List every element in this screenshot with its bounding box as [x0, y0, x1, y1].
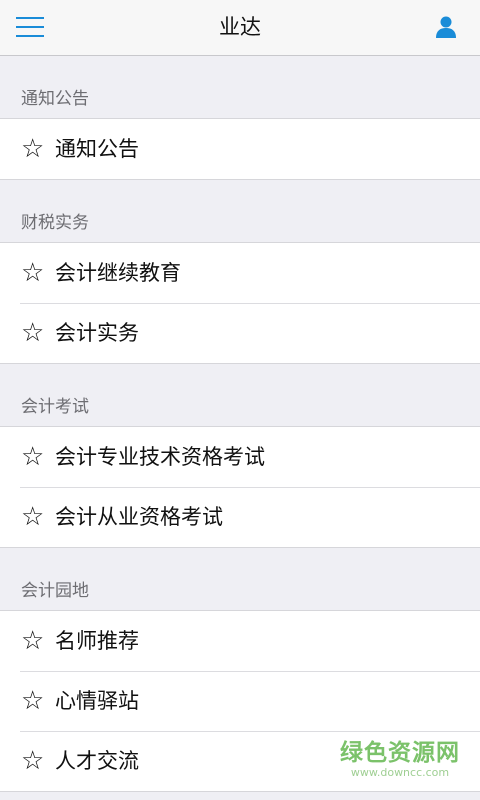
list-item-label: 会计实务 [55, 321, 139, 345]
list-item-label: 人才交流 [55, 749, 139, 773]
list-item-mood-station[interactable]: ☆ 心情驿站 [0, 671, 480, 731]
section-list-tax-practice: ☆ 会计继续教育 ☆ 会计实务 [0, 243, 480, 364]
user-button[interactable] [434, 15, 458, 39]
list-item-label: 名师推荐 [55, 629, 139, 653]
section-header-tax-practice: 财税实务 [0, 180, 480, 243]
list-item-label: 会计从业资格考试 [55, 505, 223, 529]
list-item-label: 会计专业技术资格考试 [55, 445, 265, 469]
list-item-continuing-education[interactable]: ☆ 会计继续教育 [0, 243, 480, 303]
watermark-title: 绿色资源网 [340, 740, 460, 766]
list-item-professional-qualification-exam[interactable]: ☆ 会计专业技术资格考试 [0, 427, 480, 487]
page-title: 业达 [219, 15, 261, 39]
section-header-exams: 会计考试 [0, 364, 480, 427]
star-icon: ☆ [21, 746, 45, 776]
menu-content: 通知公告 ☆ 通知公告 财税实务 ☆ 会计继续教育 ☆ 会计实务 会计考试 ☆ 会计专业… [0, 56, 480, 792]
user-icon [436, 16, 456, 38]
section-list-notices: ☆ 通知公告 [0, 119, 480, 180]
list-item-teacher-recommendations[interactable]: ☆ 名师推荐 [0, 611, 480, 671]
list-item-label: 心情驿站 [55, 689, 139, 713]
star-icon: ☆ [21, 258, 45, 288]
nav-bar: 业达 [0, 0, 480, 56]
star-icon: ☆ [21, 318, 45, 348]
star-icon: ☆ [21, 502, 45, 532]
watermark: 绿色资源网 www.downcc.com [340, 740, 460, 780]
star-icon: ☆ [21, 134, 45, 164]
star-icon: ☆ [21, 626, 45, 656]
list-item-label: 通知公告 [55, 137, 139, 161]
section-list-exams: ☆ 会计专业技术资格考试 ☆ 会计从业资格考试 [0, 427, 480, 548]
list-item-label: 会计继续教育 [55, 261, 181, 285]
section-header-notices: 通知公告 [0, 56, 480, 119]
list-item-notices[interactable]: ☆ 通知公告 [0, 119, 480, 179]
watermark-url: www.downcc.com [350, 766, 450, 779]
star-icon: ☆ [21, 442, 45, 472]
star-icon: ☆ [21, 686, 45, 716]
list-item-practice-qualification-exam[interactable]: ☆ 会计从业资格考试 [0, 487, 480, 547]
list-item-accounting-practice[interactable]: ☆ 会计实务 [0, 303, 480, 363]
section-header-garden: 会计园地 [0, 548, 480, 611]
